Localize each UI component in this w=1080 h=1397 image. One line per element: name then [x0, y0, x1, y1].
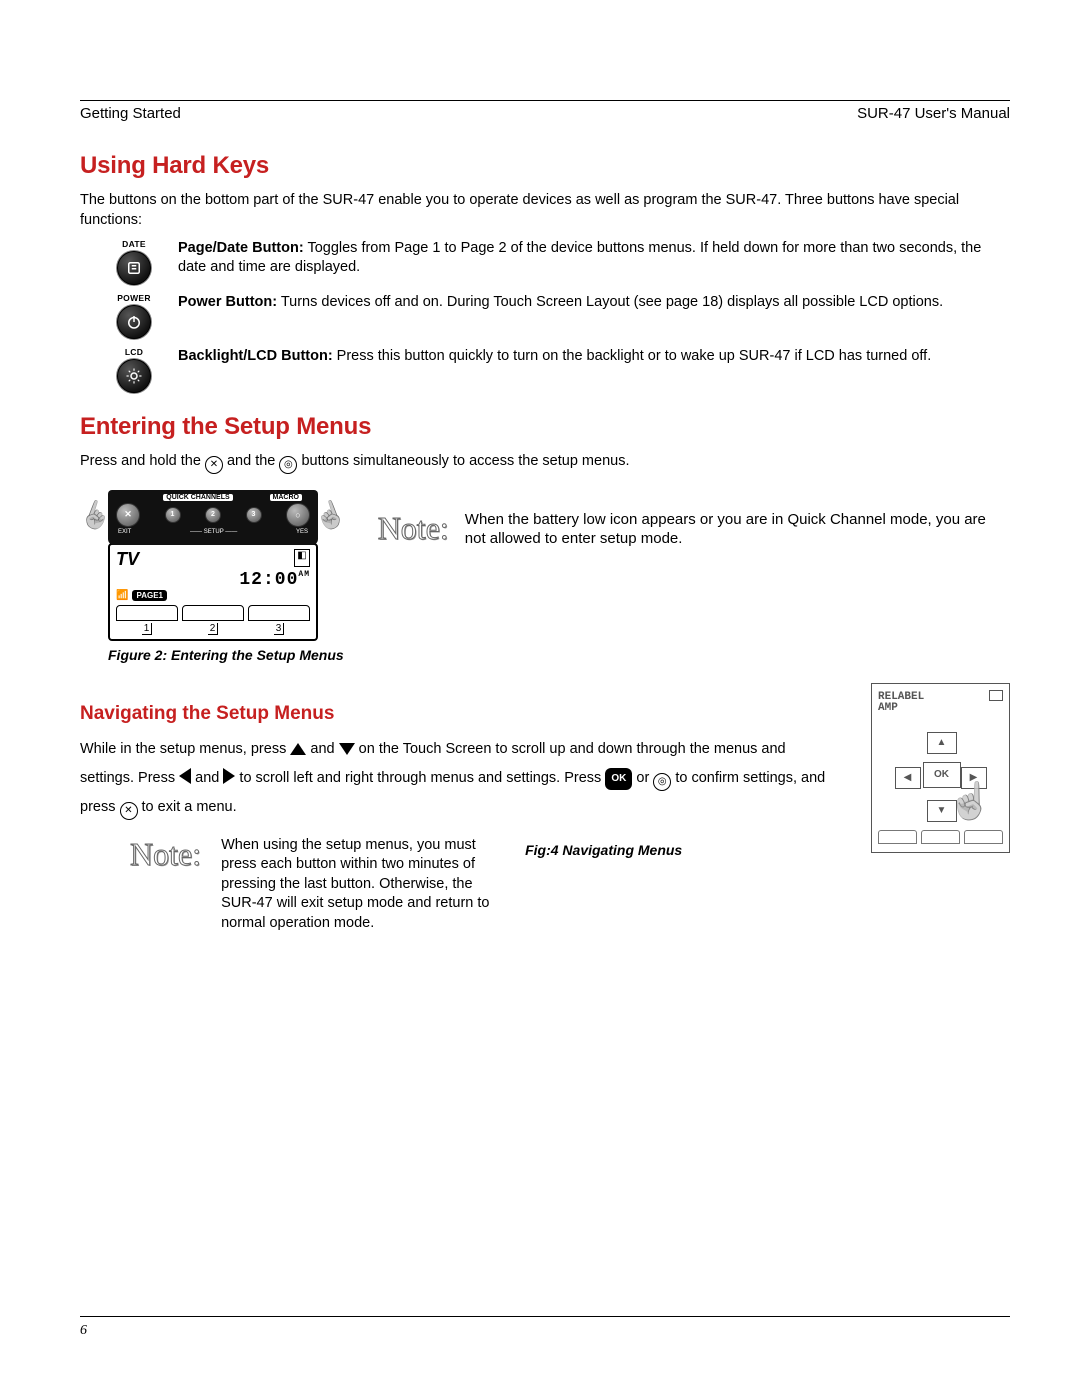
- setup-note-text: When the battery low icon appears or you…: [465, 510, 1010, 549]
- heading-hard-keys: Using Hard Keys: [80, 152, 1010, 180]
- dpad-up: ▲: [927, 732, 957, 754]
- lcd-device: TV: [116, 549, 139, 570]
- exit-button: ✕: [116, 503, 140, 527]
- nav-tab: [921, 830, 960, 844]
- hardkey-desc: Backlight/LCD Button: Press this button …: [178, 347, 1010, 367]
- hardkey-desc: Power Button: Turns devices off and on. …: [178, 293, 1010, 313]
- lcd-button-icon: [117, 359, 151, 393]
- hardkey-row-lcd: LCD Backlight/LCD Button: Press this but…: [108, 347, 1010, 393]
- lcd-tab: [182, 605, 244, 621]
- lcd-num: 2: [182, 623, 244, 635]
- lcd-screen: TV 12:00AM 📶 PAGE1: [108, 543, 318, 641]
- footer-rule: [80, 1316, 1010, 1317]
- figure-4-caption: Fig:4 Navigating Menus: [525, 842, 682, 858]
- hardkeys-intro: The buttons on the bottom part of the SU…: [80, 190, 1010, 231]
- yes-o-icon: ◎: [279, 456, 297, 474]
- nav-note-text: When using the setup menus, you must pre…: [221, 836, 501, 934]
- setup-two-col: ☝️ ☝️ · QUICK CHANNELS MACRO ✕ 1 2 3 ○: [80, 480, 1010, 663]
- hardkey-row-power: POWER Power Button: Turns devices off an…: [108, 293, 1010, 339]
- lcd-num: 3: [248, 623, 310, 635]
- figure-2-caption: Figure 2: Entering the Setup Menus: [108, 647, 344, 663]
- top-rule: [80, 100, 1010, 101]
- signal-icon: 📶: [116, 590, 128, 601]
- sub-yes: YES: [296, 529, 308, 535]
- page-date-button-icon: [117, 251, 151, 285]
- arrow-up-icon: [290, 743, 306, 755]
- hardkey-desc: Page/Date Button: Toggles from Page 1 to…: [178, 239, 1010, 278]
- page-number: 6: [80, 1323, 87, 1339]
- arrow-right-icon: [223, 768, 235, 784]
- ok-badge: OK: [605, 768, 632, 790]
- hardkey-label: DATE: [108, 239, 160, 249]
- figure-2: ☝️ ☝️ · QUICK CHANNELS MACRO ✕ 1 2 3 ○: [108, 490, 318, 641]
- note-label: Note:: [378, 510, 449, 547]
- hardkey-label: LCD: [108, 347, 160, 357]
- battery-icon: [294, 549, 310, 567]
- heading-navigating: Navigating the Setup Menus: [80, 703, 837, 725]
- arrow-left-icon: [179, 768, 191, 784]
- nav-tab: [878, 830, 917, 844]
- setup-intro: Press and hold the ✕ and the ◎ buttons s…: [80, 451, 1010, 474]
- heading-setup: Entering the Setup Menus: [80, 413, 1010, 441]
- exit-x-icon: ✕: [205, 456, 223, 474]
- lcd-page-tag: PAGE1: [132, 590, 167, 601]
- ch-2: 2: [205, 507, 221, 523]
- hardkey-desc-bold: Power Button:: [178, 294, 277, 310]
- figure-4: RELABEL AMP ▲ ▼ ◀ ▶ OK ☝️: [871, 683, 1010, 934]
- header-left: Getting Started: [80, 105, 181, 122]
- figure-2-col: ☝️ ☝️ · QUICK CHANNELS MACRO ✕ 1 2 3 ○: [80, 480, 344, 663]
- ch-1: 1: [165, 507, 181, 523]
- lcd-tab: [248, 605, 310, 621]
- hardkey-row-date: DATE Page/Date Button: Toggles from Page…: [108, 239, 1010, 285]
- arrow-down-icon: [339, 743, 355, 755]
- manual-page: Getting Started SUR-47 User's Manual Usi…: [0, 0, 1080, 1397]
- hand-right-icon: ☝️: [309, 495, 350, 535]
- nav-note: Note: When using the setup menus, you mu…: [130, 836, 837, 934]
- macro-label: MACRO: [270, 494, 302, 501]
- sub-exit: EXIT: [118, 529, 131, 535]
- lcd-time: 12:00AM: [116, 570, 310, 590]
- power-button-icon: [117, 305, 151, 339]
- ch-3: 3: [246, 507, 262, 523]
- setup-note-col: Note: When the battery low icon appears …: [378, 480, 1010, 663]
- yes-button: ○: [286, 503, 310, 527]
- hand-left-icon: ☝️: [76, 495, 117, 535]
- lcd-num: 1: [116, 623, 178, 635]
- sub-setup: SETUP: [204, 529, 224, 535]
- header-right: SUR-47 User's Manual: [857, 105, 1010, 122]
- page-header: Getting Started SUR-47 User's Manual: [80, 105, 1010, 122]
- note-label: Note:: [130, 836, 201, 934]
- battery-icon: [989, 690, 1003, 701]
- fig4-line2: AMP: [878, 703, 1003, 714]
- hand-pointer-icon: ☝️: [948, 780, 993, 822]
- quick-channels-label: QUICK CHANNELS: [163, 494, 232, 501]
- nav-paragraph: While in the setup menus, press and on t…: [80, 735, 837, 822]
- exit-x-icon: ✕: [120, 802, 138, 820]
- nav-tab: [964, 830, 1003, 844]
- hardkey-label: POWER: [108, 293, 160, 303]
- hardkey-desc-bold: Backlight/LCD Button:: [178, 348, 333, 364]
- lcd-tab: [116, 605, 178, 621]
- dpad-left: ◀: [895, 767, 921, 789]
- fig4-line1: RELABEL: [878, 692, 1003, 703]
- yes-o-icon: ◎: [653, 773, 671, 791]
- hardkey-desc-bold: Page/Date Button:: [178, 240, 304, 256]
